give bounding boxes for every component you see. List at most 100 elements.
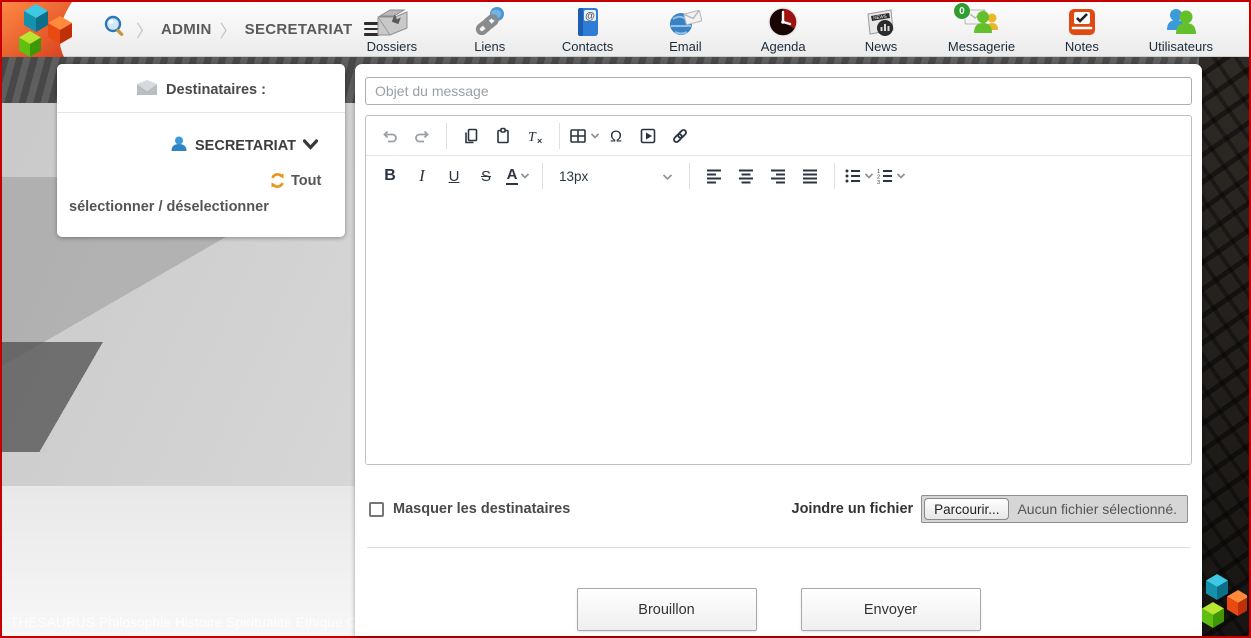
nav-item-dossiers[interactable]: Dossiers — [361, 4, 423, 54]
nav-label: Email — [669, 39, 702, 54]
chevron-down-icon — [864, 172, 874, 180]
user-icon — [170, 135, 188, 157]
nav-item-notes[interactable]: Notes — [1051, 4, 1113, 54]
special-character-button[interactable]: Ω — [600, 120, 632, 152]
divider — [57, 112, 345, 113]
link-globe-icon — [472, 4, 508, 38]
search-icon[interactable] — [102, 14, 128, 45]
send-button[interactable]: Envoyer — [801, 588, 981, 631]
draft-button[interactable]: Brouillon — [577, 588, 757, 631]
recipients-title: Destinataires : — [166, 82, 266, 98]
recipients-panel: Destinataires : SECRETARIAT — [57, 64, 345, 237]
font-color-a-glyph: A — [506, 167, 519, 186]
align-left-button[interactable] — [698, 160, 730, 192]
remove-format-button[interactable]: T × — [519, 120, 551, 152]
chevron-down-icon — [590, 132, 600, 140]
svg-text:Ω: Ω — [610, 128, 622, 145]
hide-recipients-option[interactable]: Masquer les destinataires — [369, 501, 570, 517]
nav-label: Contacts — [562, 39, 613, 54]
toolbar-separator — [446, 123, 447, 149]
recipient-group-secretariat[interactable]: SECRETARIAT — [65, 135, 337, 157]
svg-text:3: 3 — [877, 180, 880, 185]
app-logo[interactable] — [2, 2, 94, 57]
file-input[interactable]: Parcourir... Aucun fichier sélectionné. — [921, 495, 1188, 523]
svg-text:×: × — [537, 136, 542, 146]
justify-button[interactable] — [794, 160, 826, 192]
editor-toolbar-row-1: T × Ω — [366, 116, 1191, 156]
message-body-editor[interactable] — [366, 196, 1191, 464]
nav-item-contacts[interactable]: @ Contacts — [557, 4, 619, 54]
nav-label: Notes — [1065, 39, 1099, 54]
nav-label: Liens — [474, 39, 505, 54]
editor-toolbar-row-2: B I U S A 13px — [366, 156, 1191, 196]
align-right-button[interactable] — [762, 160, 794, 192]
nav-label: Utilisateurs — [1149, 39, 1213, 54]
email-globe-icon — [667, 4, 703, 38]
chevron-down-icon — [662, 169, 673, 184]
hide-recipients-checkbox[interactable] — [369, 502, 384, 517]
svg-text:@: @ — [585, 11, 595, 22]
undo-button[interactable] — [374, 120, 406, 152]
strikethrough-button[interactable]: S — [470, 160, 502, 192]
compose-panel: T × Ω — [355, 64, 1202, 636]
recipients-header: Destinataires : — [65, 74, 337, 112]
insert-link-button[interactable] — [664, 120, 696, 152]
bullet-list-button[interactable] — [843, 160, 875, 192]
nav-item-liens[interactable]: Liens — [459, 4, 521, 54]
select-all-toggle[interactable]: Tout sélectionner / déselectionner — [65, 171, 337, 219]
toolbar-separator — [834, 163, 835, 189]
envelope-icon — [136, 80, 158, 100]
breadcrumb: 〉 ADMIN 〉 SECRETARIAT — [102, 2, 337, 56]
copy-button[interactable] — [455, 120, 487, 152]
refresh-icon — [169, 172, 286, 197]
messagerie-badge: 0 — [954, 3, 970, 19]
browse-button[interactable]: Parcourir... — [924, 498, 1009, 520]
nav-item-utilisateurs[interactable]: Utilisateurs — [1149, 4, 1213, 54]
insert-media-button[interactable] — [632, 120, 664, 152]
no-file-text: Aucun fichier sélectionné. — [1017, 501, 1177, 517]
align-center-button[interactable] — [730, 160, 762, 192]
font-color-button[interactable]: A — [502, 160, 534, 192]
toolbar-separator — [559, 123, 560, 149]
compose-actions: Brouillon Envoyer — [365, 588, 1192, 631]
bold-button[interactable]: B — [374, 160, 406, 192]
toolbar-separator — [542, 163, 543, 189]
corner-logo — [1195, 565, 1247, 636]
chevron-down-icon — [520, 172, 530, 180]
nav-label: News — [865, 39, 898, 54]
numbered-list-button[interactable]: 123 — [875, 160, 907, 192]
underline-button[interactable]: U — [438, 160, 470, 192]
compose-options: Masquer les destinataires Joindre un fic… — [365, 495, 1192, 523]
nav-items: Dossiers Liens — [337, 2, 1249, 56]
paste-button[interactable] — [487, 120, 519, 152]
nav-item-agenda[interactable]: Agenda — [752, 4, 814, 54]
notes-icon — [1066, 4, 1098, 38]
users-icon — [1163, 4, 1199, 38]
nav-item-email[interactable]: Email — [654, 4, 716, 54]
recipient-group-label: SECRETARIAT — [195, 138, 296, 154]
breadcrumb-item-admin[interactable]: ADMIN — [161, 21, 212, 38]
font-size-value: 13px — [559, 169, 588, 184]
background-building-corner — [2, 342, 122, 452]
insert-table-button[interactable] — [568, 120, 600, 152]
nav-label: Agenda — [761, 39, 806, 54]
background-dark-building — [1199, 57, 1249, 636]
italic-button[interactable]: I — [406, 160, 438, 192]
svg-text:T: T — [528, 130, 537, 145]
clock-icon — [767, 4, 799, 38]
breadcrumb-chevron: 〉 — [136, 17, 153, 42]
font-size-dropdown[interactable]: 13px — [551, 160, 681, 192]
nav-item-news[interactable]: NEWS News — [850, 4, 912, 54]
hide-recipients-label: Masquer les destinataires — [393, 501, 570, 517]
newspaper-icon: NEWS — [863, 4, 899, 38]
nav-label: Dossiers — [367, 39, 418, 54]
breadcrumb-chevron: 〉 — [220, 17, 237, 42]
top-navbar: 〉 ADMIN 〉 SECRETARIAT Dossiers — [2, 2, 1249, 57]
background-light-area — [2, 486, 362, 636]
nav-item-messagerie[interactable]: 0 Messagerie — [948, 4, 1015, 54]
subject-input[interactable] — [365, 77, 1192, 105]
chevron-down-icon — [303, 138, 318, 154]
attach-file-section: Joindre un fichier Parcourir... Aucun fi… — [792, 495, 1189, 523]
nav-label: Messagerie — [948, 39, 1015, 54]
redo-button[interactable] — [406, 120, 438, 152]
